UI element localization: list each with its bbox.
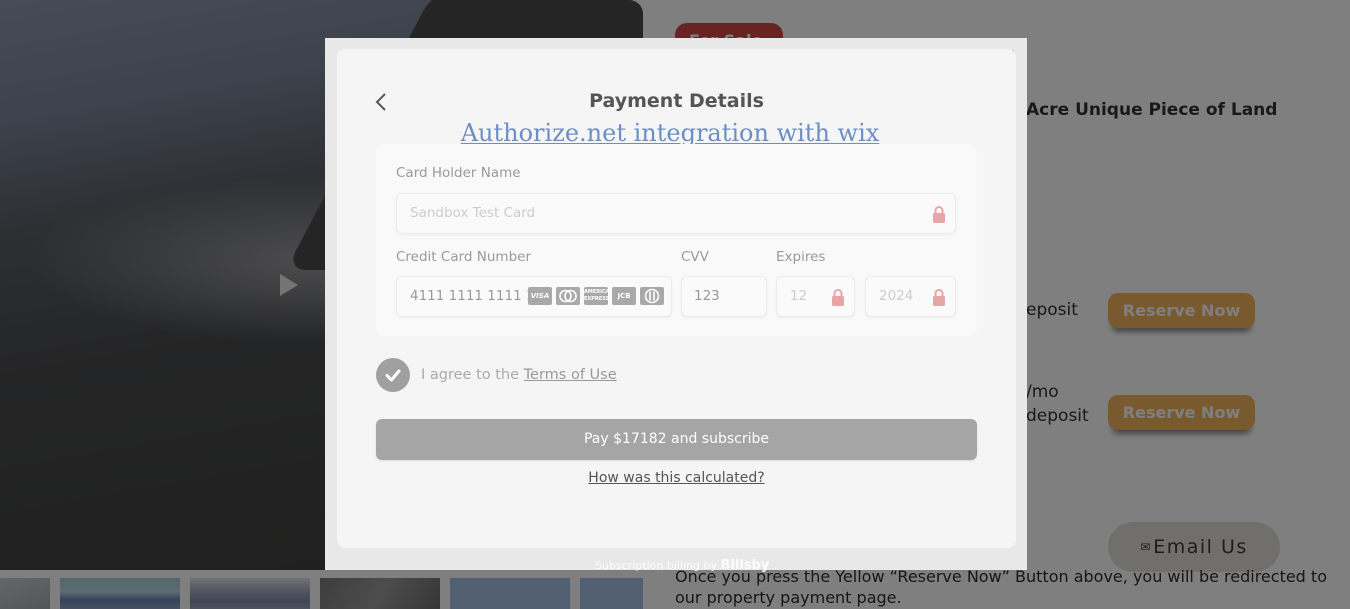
checkmark-icon — [385, 369, 401, 382]
expiry-year-input[interactable]: 2024 — [865, 276, 956, 317]
lock-icon — [933, 206, 945, 223]
card-holder-value: Sandbox Test Card — [410, 205, 536, 221]
expiry-month-value: 12 — [790, 288, 808, 304]
terms-text: I agree to the Terms of Use — [421, 367, 617, 383]
diners-club-icon — [640, 287, 664, 305]
card-brands: VISA AMERICANEXPRESS JCB — [528, 287, 664, 305]
card-form: Card Holder Name Sandbox Test Card Credi… — [376, 144, 977, 336]
cvv-label: CVV — [681, 249, 709, 265]
payment-card: Payment Details Authorize.net integratio… — [337, 49, 1016, 548]
visa-icon: VISA — [528, 287, 552, 305]
jcb-icon: JCB — [612, 287, 636, 305]
expiry-month-input[interactable]: 12 — [776, 276, 855, 317]
card-number-value: 4111 1111 1111 11 — [410, 288, 544, 304]
terms-of-use-link[interactable]: Terms of Use — [524, 367, 617, 383]
expires-label: Expires — [776, 249, 826, 265]
amex-icon: AMERICANEXPRESS — [584, 287, 608, 305]
terms-agreement: I agree to the Terms of Use — [376, 358, 617, 392]
billsby-logo[interactable]: Billsby — [721, 558, 770, 573]
page: For Sale Acre Unique Piece of Land eposi… — [0, 0, 1350, 609]
authorize-net-link[interactable]: Authorize.net integration with wix — [337, 119, 1003, 147]
expiry-year-value: 2024 — [879, 288, 914, 304]
cvv-input[interactable]: 123 — [681, 276, 767, 317]
terms-prefix: I agree to the — [421, 367, 524, 383]
billing-note: Subscription billing by Billsby — [595, 558, 769, 573]
terms-checkbox[interactable] — [376, 358, 410, 392]
card-number-input[interactable]: 4111 1111 1111 11 VISA AMERICANEXPRESS J… — [396, 276, 672, 317]
billing-note-prefix: Subscription billing by — [595, 559, 717, 572]
card-holder-label: Card Holder Name — [396, 165, 521, 181]
pay-subscribe-button[interactable]: Pay $17182 and subscribe — [376, 419, 977, 460]
card-number-label: Credit Card Number — [396, 249, 531, 265]
payment-modal: × Payment Details Authorize.net integrat… — [325, 38, 1027, 573]
how-calculated-link[interactable]: How was this calculated? — [337, 470, 1016, 486]
modal-title: Payment Details — [589, 90, 764, 112]
mastercard-icon — [556, 287, 580, 305]
card-holder-input[interactable]: Sandbox Test Card — [396, 193, 956, 234]
lock-icon — [832, 289, 844, 306]
cvv-value: 123 — [694, 288, 720, 304]
lock-icon — [933, 289, 945, 306]
